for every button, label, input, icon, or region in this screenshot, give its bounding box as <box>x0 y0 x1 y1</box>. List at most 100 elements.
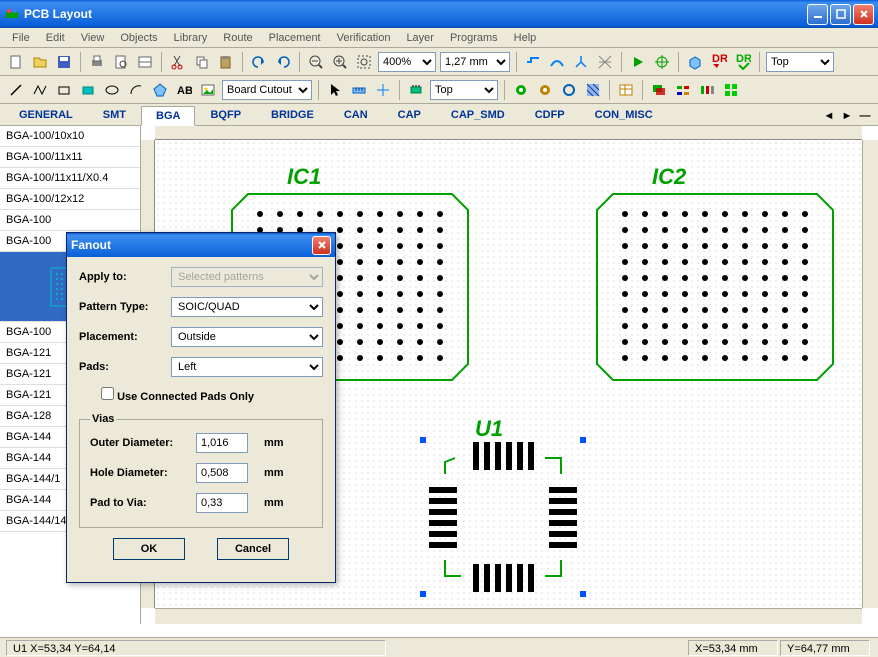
shape-type-select[interactable]: Board Cutout <box>222 80 312 100</box>
copper-pour-tool[interactable] <box>582 79 604 101</box>
tab-bga[interactable]: BGA <box>141 106 195 126</box>
rect-fill-tool[interactable] <box>77 79 99 101</box>
ellipse-tool[interactable] <box>101 79 123 101</box>
line-tool[interactable] <box>5 79 27 101</box>
pointer-tool[interactable] <box>324 79 346 101</box>
menu-library[interactable]: Library <box>166 30 216 46</box>
selection-handle[interactable] <box>580 437 586 443</box>
redo-button[interactable] <box>272 51 294 73</box>
menu-file[interactable]: File <box>4 30 38 46</box>
open-button[interactable] <box>29 51 51 73</box>
placement-select[interactable]: Outside <box>171 327 323 347</box>
print-preview-button[interactable] <box>110 51 132 73</box>
selection-handle[interactable] <box>580 591 586 597</box>
pad-to-via-input[interactable] <box>196 493 248 513</box>
tab-can[interactable]: CAN <box>329 105 383 125</box>
zoom-select[interactable]: 400% <box>378 52 436 72</box>
route-fanout-button[interactable] <box>570 51 592 73</box>
pattern-type-select[interactable]: SOIC/QUAD <box>171 297 323 317</box>
tab-bqfp[interactable]: BQFP <box>195 105 256 125</box>
tabs-scroll-left[interactable]: ◄ <box>820 107 838 125</box>
panelize-button[interactable] <box>720 79 742 101</box>
minimize-button[interactable] <box>807 4 828 25</box>
menu-placement[interactable]: Placement <box>261 30 329 46</box>
rect-tool[interactable] <box>53 79 75 101</box>
run-button[interactable] <box>627 51 649 73</box>
dialog-close-button[interactable] <box>312 236 331 255</box>
via-tool[interactable] <box>534 79 556 101</box>
tabs-close[interactable]: — <box>856 107 874 125</box>
paste-button[interactable] <box>215 51 237 73</box>
menu-view[interactable]: View <box>73 30 113 46</box>
tab-cdfp[interactable]: CDFP <box>520 105 580 125</box>
list-item[interactable]: BGA-100/11x11 <box>0 147 140 168</box>
titleblock-button[interactable] <box>134 51 156 73</box>
close-button[interactable] <box>853 4 874 25</box>
list-item[interactable]: BGA-100/11x11/X0.4 <box>0 168 140 189</box>
tab-con-misc[interactable]: CON_MISC <box>580 105 668 125</box>
net-classes-button[interactable] <box>672 79 694 101</box>
hole-diameter-input[interactable] <box>196 463 248 483</box>
ratsnest-button[interactable] <box>594 51 616 73</box>
dialog-titlebar[interactable]: Fanout <box>67 233 335 257</box>
menu-verification[interactable]: Verification <box>329 30 399 46</box>
menu-edit[interactable]: Edit <box>38 30 73 46</box>
locate-button[interactable] <box>651 51 673 73</box>
tab-cap[interactable]: CAP <box>383 105 436 125</box>
pad-tool[interactable] <box>510 79 532 101</box>
horizontal-scrollbar[interactable] <box>155 608 862 624</box>
vertical-scrollbar[interactable] <box>862 140 878 608</box>
table-tool[interactable] <box>615 79 637 101</box>
pads-select[interactable]: Left <box>171 357 323 377</box>
u1-component[interactable] <box>423 440 583 594</box>
print-button[interactable] <box>86 51 108 73</box>
tab-smt[interactable]: SMT <box>88 105 141 125</box>
outer-diameter-input[interactable] <box>196 433 248 453</box>
3d-preview-button[interactable] <box>684 51 706 73</box>
grid-select[interactable]: 1,27 mm <box>440 52 510 72</box>
menu-help[interactable]: Help <box>506 30 545 46</box>
route-manual-button[interactable] <box>522 51 544 73</box>
show-hide-button[interactable] <box>696 79 718 101</box>
copy-button[interactable] <box>191 51 213 73</box>
undo-button[interactable] <box>248 51 270 73</box>
selection-handle[interactable] <box>420 591 426 597</box>
tab-cap-smd[interactable]: CAP_SMD <box>436 105 520 125</box>
text-tool[interactable]: ABC <box>173 79 195 101</box>
layer-select[interactable]: Top <box>766 52 834 72</box>
new-button[interactable] <box>5 51 27 73</box>
component-tool[interactable] <box>405 79 427 101</box>
list-item[interactable]: BGA-100/12x12 <box>0 189 140 210</box>
route-auto-button[interactable] <box>546 51 568 73</box>
drc-button[interactable]: DRC <box>708 51 730 73</box>
zoom-window-button[interactable] <box>353 51 375 73</box>
menu-route[interactable]: Route <box>215 30 260 46</box>
tabs-scroll-right[interactable]: ► <box>838 107 856 125</box>
polyline-tool[interactable] <box>29 79 51 101</box>
connected-pads-checkbox[interactable] <box>101 387 114 400</box>
selection-handle[interactable] <box>420 437 426 443</box>
list-item[interactable]: BGA-100/10x10 <box>0 126 140 147</box>
tab-bridge[interactable]: BRIDGE <box>256 105 329 125</box>
menu-programs[interactable]: Programs <box>442 30 506 46</box>
menu-layer[interactable]: Layer <box>398 30 442 46</box>
arc-tool[interactable] <box>125 79 147 101</box>
ok-button[interactable]: OK <box>113 538 185 560</box>
list-item[interactable]: BGA-100 <box>0 210 140 231</box>
zoom-in-button[interactable] <box>329 51 351 73</box>
cancel-button[interactable]: Cancel <box>217 538 289 560</box>
polygon-tool[interactable] <box>149 79 171 101</box>
cut-button[interactable] <box>167 51 189 73</box>
layer-display-button[interactable] <box>648 79 670 101</box>
erc-button[interactable]: DRC <box>732 51 754 73</box>
origin-tool[interactable] <box>372 79 394 101</box>
measure-tool[interactable] <box>348 79 370 101</box>
menu-objects[interactable]: Objects <box>112 30 165 46</box>
mounting-hole-tool[interactable] <box>558 79 580 101</box>
maximize-button[interactable] <box>830 4 851 25</box>
image-tool[interactable] <box>197 79 219 101</box>
save-button[interactable] <box>53 51 75 73</box>
route-layer-select[interactable]: Top <box>430 80 498 100</box>
tab-general[interactable]: GENERAL <box>4 105 88 125</box>
zoom-out-button[interactable] <box>305 51 327 73</box>
